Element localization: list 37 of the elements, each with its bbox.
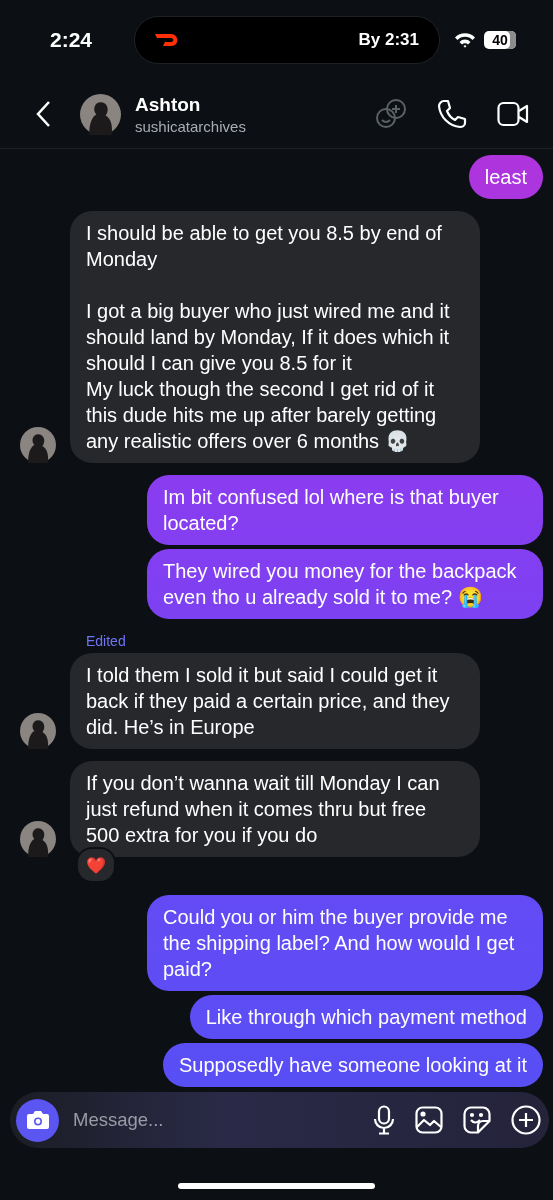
message-bubble[interactable]: Like through which payment method [189,995,543,1039]
plus-circle-icon [511,1105,541,1135]
contact-name: Ashton [135,93,202,116]
add-button[interactable] [511,1105,541,1135]
gallery-button[interactable] [415,1106,443,1134]
message-bubble[interactable]: I told them I sold it but said I could get it back if they paid a certain price, and they did. He’s in Europe [70,653,480,749]
message-bubble[interactable]: If you don’t wanna wait till Monday I can just refund when it comes thru but free 500 extra for you if you do [70,761,480,857]
clock-time: 2:24 [50,28,94,52]
smiley-plus-icon [375,98,407,130]
battery-indicator: 40 [484,31,516,49]
call-button[interactable] [437,99,467,129]
sticker-icon [463,1106,491,1134]
camera-icon [25,1110,50,1130]
message-bubble[interactable]: Supposedly have someone looking at it [163,1043,543,1087]
message-bubble[interactable]: Could you or him the buyer provide me the shipping label? And how would I get paid? [147,895,543,991]
contact-username: sushicatarchives [135,117,247,135]
back-icon [36,100,52,128]
message-bubble[interactable]: Im bit confused lol where is that buyer located? [147,475,543,545]
image-icon [415,1106,443,1134]
voice-button[interactable] [373,1105,395,1135]
message-bubble[interactable]: least [468,155,543,199]
sticker-button[interactable] [463,1106,491,1134]
heart-reaction[interactable]: ❤ [76,847,116,883]
video-camera-icon [497,101,529,127]
delivery-eta: By 2:31 [358,30,419,50]
message-bubble[interactable]: I should be able to get you 8.5 by end of Monday I got a big buyer who just wired me and it should land by Monday, If it does which it should I can give you 8.5 for it My luck though the second I get rid of it this dude hits me up after barely getting any realistic offers over 6 months 💀 [70,211,480,463]
effects-button[interactable] [375,98,407,130]
message-bubble[interactable]: They wired you money for the backpack even tho u already sold it to me? 😭 [147,549,543,619]
microphone-icon [373,1105,395,1135]
camera-button[interactable] [16,1098,59,1142]
video-call-button[interactable] [497,101,529,127]
wifi-icon [454,32,476,48]
avatar [80,93,121,135]
back-button[interactable] [36,100,52,128]
edited-label: Edited [86,633,127,649]
phone-icon [437,99,467,129]
live-activity-pill[interactable]: By 2:31 [134,16,440,64]
